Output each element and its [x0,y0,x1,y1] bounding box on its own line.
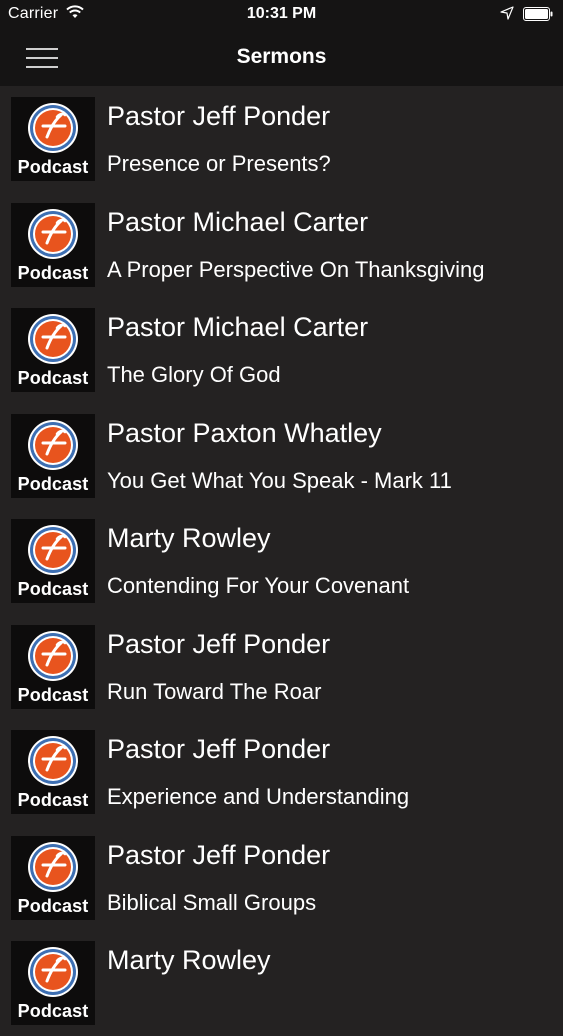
sermon-title: The Glory Of God [107,362,281,387]
sermon-title: Run Toward The Roar [107,678,322,704]
podcast-label: Podcast [17,579,89,599]
sermon-row[interactable]: Podcast Pastor Jeff Ponder Presence or P… [0,86,563,192]
sermon-row[interactable]: Podcast Pastor Jeff Ponder Experience an… [0,719,563,825]
podcast-label: Podcast [17,473,89,494]
sermon-title: Biblical Small Groups [107,889,317,915]
podcast-thumbnail: Podcast [11,941,95,1025]
speaker-name: Pastor Jeff Ponder [107,628,331,659]
navigation-bar: Sermons [0,30,563,86]
podcast-thumbnail: Podcast [11,835,95,920]
podcast-thumbnail: Podcast [11,202,95,287]
sermon-title: Experience and Understanding [107,784,410,809]
speaker-name: Marty Rowley [107,945,271,975]
sermon-row[interactable]: Podcast Pastor Jeff Ponder Biblical Smal… [0,825,563,931]
speaker-name: Pastor Jeff Ponder [107,839,331,870]
podcast-logo-icon [28,103,78,153]
podcast-label: Podcast [17,790,89,810]
clock: 10:31 PM [246,5,317,22]
sermon-title: A Proper Perspective On Thanksgiving [107,256,485,282]
podcast-label: Podcast [17,1001,89,1021]
podcast-label: Podcast [17,262,89,283]
podcast-logo-icon [28,736,78,786]
podcast-thumbnail: Podcast [11,308,95,392]
podcast-logo-icon [28,841,78,892]
sermon-row[interactable]: Podcast Pastor Jeff Ponder Run Toward Th… [0,614,563,720]
podcast-thumbnail: Podcast [11,519,95,603]
status-bar: Carrier 10:31 PM [0,0,563,30]
sermon-title: Presence or Presents? [107,151,331,176]
sermon-row[interactable]: Podcast Marty Rowley [0,930,563,1036]
speaker-name: Pastor Jeff Ponder [107,734,331,764]
podcast-label: Podcast [17,368,89,388]
podcast-label: Podcast [17,684,89,705]
podcast-logo-icon [28,208,78,259]
podcast-thumbnail: Podcast [11,730,95,814]
page-title: Sermons [236,45,327,68]
speaker-name: Pastor Paxton Whatley [107,417,382,448]
location-arrow-icon [500,6,514,20]
podcast-thumbnail: Podcast [11,97,95,181]
sermon-list: Podcast Pastor Jeff Ponder Presence or P… [0,86,563,1036]
podcast-thumbnail: Podcast [11,413,95,498]
podcast-logo-icon [28,947,78,997]
speaker-name: Pastor Michael Carter [107,312,369,342]
speaker-name: Pastor Jeff Ponder [107,101,331,131]
podcast-logo-icon [28,630,78,681]
speaker-name: Marty Rowley [107,523,271,553]
sermon-row[interactable]: Podcast Pastor Paxton Whatley You Get Wh… [0,403,563,509]
podcast-label: Podcast [17,157,89,177]
podcast-logo-icon [28,314,78,364]
sermon-title: You Get What You Speak - Mark 11 [107,467,452,493]
sermon-title: Contending For Your Covenant [107,573,410,598]
podcast-thumbnail: Podcast [11,624,95,709]
podcast-logo-icon [28,419,78,470]
podcast-logo-icon [28,525,78,575]
sermon-row[interactable]: Podcast Marty Rowley Contending For Your… [0,508,563,614]
speaker-name: Pastor Michael Carter [107,206,369,237]
sermon-row[interactable]: Podcast Pastor Michael Carter A Proper P… [0,192,563,298]
sermon-row[interactable]: Podcast Pastor Michael Carter The Glory … [0,297,563,403]
battery-icon [523,7,553,21]
podcast-label: Podcast [17,895,89,916]
